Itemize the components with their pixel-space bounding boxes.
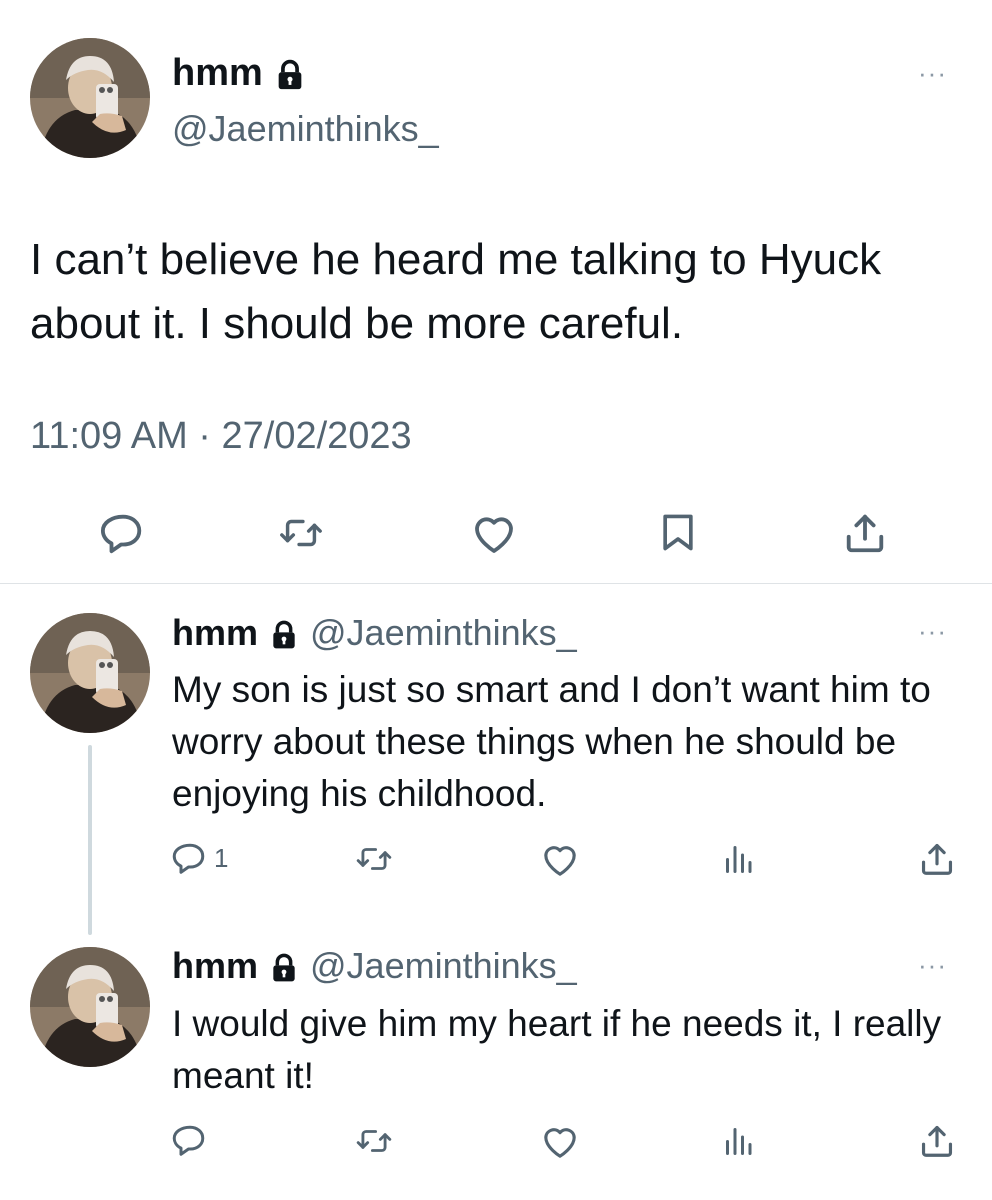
retweet-icon: [355, 1122, 393, 1160]
timestamp[interactable]: 11:09 AM · 27/02/2023: [30, 415, 412, 458]
more-icon[interactable]: ···: [918, 952, 947, 978]
share-button[interactable]: [918, 1122, 956, 1160]
bookmark-icon: [656, 510, 700, 554]
reply-header[interactable]: hmm @Jaeminthinks_: [172, 612, 577, 654]
more-icon[interactable]: ···: [918, 618, 947, 644]
views-button[interactable]: [720, 840, 756, 876]
reply-text: My son is just so smart and I don’t want…: [172, 669, 931, 814]
share-icon: [918, 1122, 956, 1160]
lock-icon: [268, 952, 300, 984]
reply-text: I would give him my heart if he needs it…: [172, 1003, 942, 1096]
divider: [0, 583, 992, 584]
retweet-button[interactable]: [355, 1122, 393, 1160]
retweet-icon: [355, 840, 393, 878]
share-button[interactable]: [918, 840, 956, 878]
display-name-text: hmm: [172, 612, 259, 653]
like-button[interactable]: [540, 1122, 580, 1162]
views-icon: [720, 1122, 756, 1158]
display-name[interactable]: hmm: [172, 52, 307, 95]
tweet-text: I can’t believe he heard me talking to H…: [30, 235, 882, 348]
reply-header[interactable]: hmm @Jaeminthinks_: [172, 945, 577, 987]
like-icon: [540, 1122, 580, 1162]
reply-count: 1: [214, 842, 229, 873]
share-icon: [918, 840, 956, 878]
thread-line: [88, 745, 92, 935]
lock-icon: [273, 58, 307, 92]
bookmark-button[interactable]: [656, 510, 700, 554]
reply-button[interactable]: 1: [172, 840, 228, 876]
retweet-button[interactable]: [278, 510, 324, 556]
handle: @Jaeminthinks_: [310, 612, 577, 653]
like-icon: [470, 510, 518, 558]
retweet-button[interactable]: [355, 840, 393, 878]
handle[interactable]: @Jaeminthinks_: [172, 108, 439, 150]
views-button[interactable]: [720, 1122, 756, 1158]
views-icon: [720, 840, 756, 876]
reply-button[interactable]: [172, 1122, 214, 1158]
reply-icon: [172, 1122, 208, 1158]
avatar[interactable]: [30, 613, 150, 733]
avatar[interactable]: [30, 947, 150, 1067]
lock-icon: [268, 619, 300, 651]
handle: @Jaeminthinks_: [310, 945, 577, 986]
retweet-icon: [278, 510, 324, 556]
share-button[interactable]: [842, 510, 888, 556]
reply-icon: [100, 510, 146, 556]
display-name-text: hmm: [172, 52, 263, 94]
like-button[interactable]: [540, 840, 580, 880]
reply-icon: [172, 840, 208, 876]
avatar[interactable]: [30, 38, 150, 158]
like-button[interactable]: [470, 510, 518, 558]
like-icon: [540, 840, 580, 880]
reply-button[interactable]: [100, 510, 146, 556]
more-icon[interactable]: ···: [918, 60, 947, 86]
display-name-text: hmm: [172, 945, 259, 986]
share-icon: [842, 510, 888, 556]
